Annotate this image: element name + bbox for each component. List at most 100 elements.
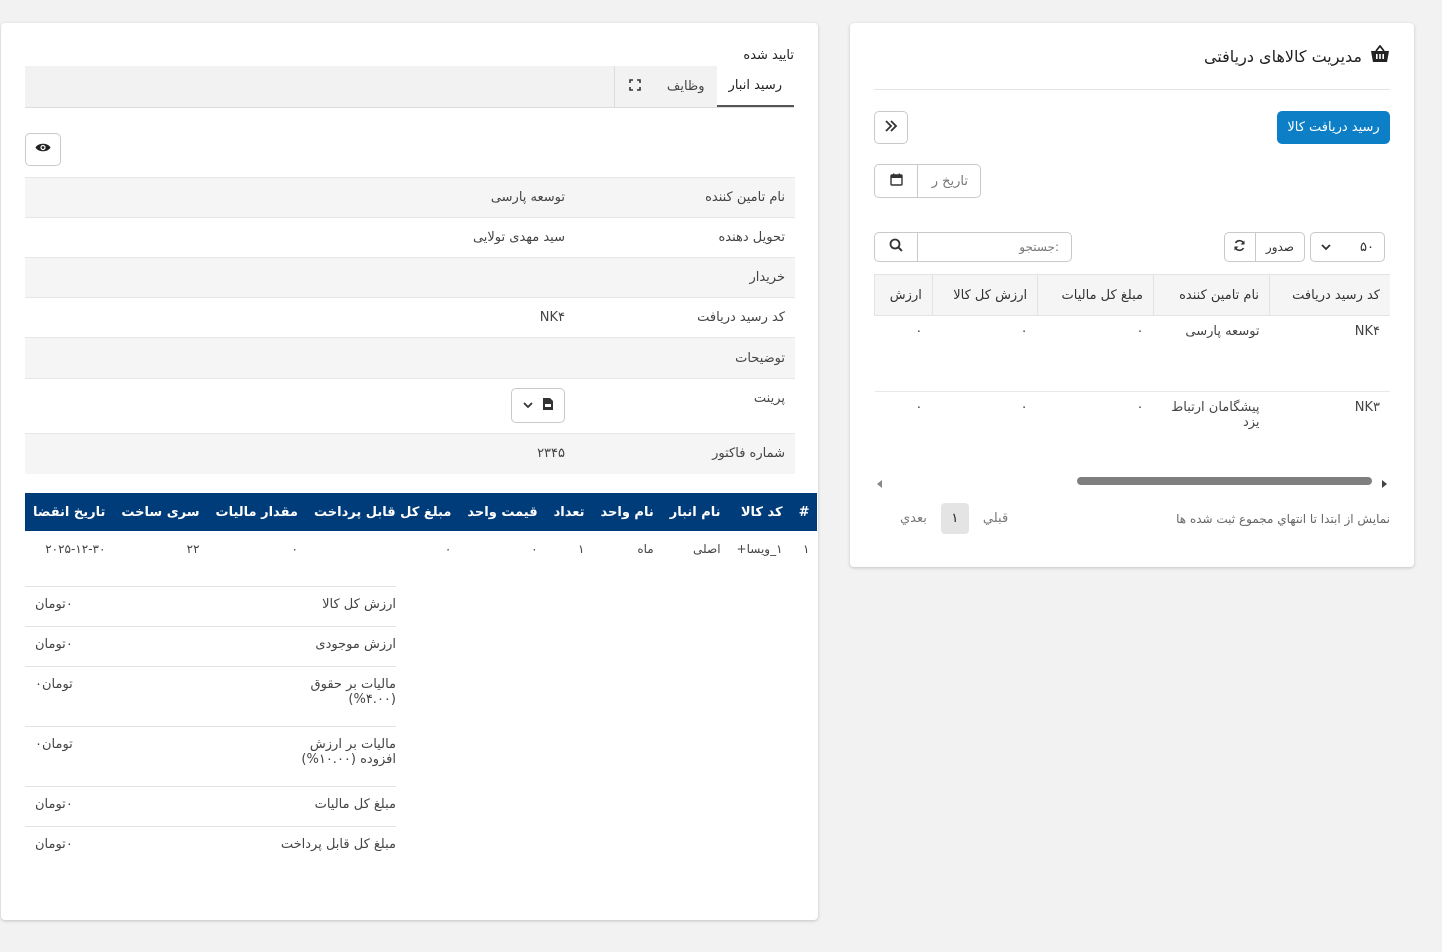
items-column-header[interactable]: مبلغ کل قابل پرداخت [305, 493, 460, 531]
summary-label: مالیات بر ارزش افزوده (۱۰.۰۰%) [301, 737, 396, 767]
search-box: جستجو: [874, 232, 1072, 262]
table-cell: ۰ [915, 400, 923, 415]
items-cell: ماه [637, 542, 654, 556]
column-header[interactable]: مبلغ کل مالیات [1037, 274, 1154, 316]
collapse-button[interactable] [874, 111, 908, 144]
next-page-button[interactable]: بعدي [900, 511, 927, 526]
receipt-table-wrapper: کد رسید دریافت نام تامین کننده مبلغ کل م… [874, 274, 1390, 474]
items-cell: اصلی [693, 542, 721, 556]
search-icon [889, 238, 903, 256]
table-cell: ۰ [1020, 400, 1028, 415]
table-cell: NK۳ [1354, 400, 1380, 415]
detail-row: کد رسید دریافت NK۴ [25, 297, 795, 338]
date-input[interactable]: تاریخ ر [918, 165, 980, 197]
tab-tasks[interactable]: وظایف [655, 66, 717, 107]
receipt-details-table: نام تامین کننده توسعه پارسی تحویل دهنده … [25, 177, 795, 474]
calendar-button[interactable] [875, 165, 918, 197]
page-length-value: ۵۰ [1360, 239, 1374, 255]
detail-value: توسعه پارسی [490, 190, 565, 205]
column-header[interactable]: ارزش کل کالا [931, 274, 1038, 316]
items-table: # کد کالا نام انبار نام واحد تعداد قیمت … [25, 493, 818, 567]
detail-value: NK۴ [539, 310, 565, 325]
new-receipt-button[interactable]: رسید دریافت کالا [1277, 111, 1390, 144]
detail-value: سید مهدی تولایی [472, 230, 565, 245]
column-header[interactable]: نام تامین کننده [1152, 274, 1270, 316]
items-row: ۱ ۱_ویسا+ اصلی ماه ۱ ۰ ۰ ۰ ۲۲ ۲۰۲۵-۱۲-۳۰ [25, 531, 817, 567]
detail-row: تحویل دهنده سید مهدی تولایی [25, 217, 795, 258]
receipt-detail-card: تایید شده رسید انبار وظایف نام تامین کنن… [1, 23, 818, 920]
detail-label: نام تامین کننده [705, 190, 785, 205]
detail-label: تحویل دهنده [718, 230, 785, 245]
detail-label: کد رسید دریافت [697, 310, 785, 325]
detail-row: خریدار [25, 257, 795, 298]
table-row[interactable]: NK۴ توسعه پارسی ۰ ۰ ۰ [874, 315, 1390, 392]
summary-label: ارزش موجودی [315, 637, 396, 652]
items-column-header[interactable]: کد کالا [728, 493, 791, 531]
detail-value [25, 258, 575, 298]
basket-icon [1370, 44, 1390, 67]
table-cell: ۰ [1136, 400, 1144, 415]
detail-label: خریدار [749, 270, 785, 285]
items-cell: ۰ [531, 542, 538, 556]
search-button[interactable] [875, 233, 918, 261]
view-button[interactable] [25, 133, 61, 166]
page-button-current[interactable]: ۱ [940, 503, 969, 534]
summary-value: ۰تومان [35, 837, 73, 852]
refresh-icon [1233, 239, 1246, 256]
receipt-table: کد رسید دریافت نام تامین کننده مبلغ کل م… [874, 274, 1390, 450]
pagination: قبلي ۱ بعدي [900, 503, 1008, 534]
chevron-down-icon [523, 398, 533, 413]
column-header[interactable]: ارزش [874, 274, 933, 316]
table-cell: ۰ [874, 315, 933, 392]
items-cell: ۲۰۲۵-۱۲-۳۰ [45, 542, 106, 556]
detail-label: پرینت [753, 391, 785, 406]
scrollbar-thumb[interactable] [1077, 477, 1372, 485]
scroll-left-arrow-icon[interactable] [877, 477, 883, 492]
summary-label: مبلغ کل قابل پرداخت [280, 837, 396, 852]
table-cell: ۰ [932, 315, 1038, 392]
summary-label: مالیات بر حقوق (۴.۰۰%) [310, 677, 396, 707]
items-column-header[interactable]: تاریخ انقضا [25, 493, 114, 531]
summary-value: ۰تومان [35, 637, 73, 652]
refresh-button[interactable] [1225, 239, 1255, 256]
tab-warehouse-receipt[interactable]: رسید انبار [716, 66, 794, 107]
items-column-header[interactable]: سری ساخت [113, 493, 208, 531]
tabs-bar: رسید انبار وظایف [25, 66, 794, 108]
items-column-header[interactable]: نام واحد [592, 493, 662, 531]
export-group: صدور [1224, 232, 1305, 262]
summary-row: مبلغ کل قابل پرداخت ۰تومان [25, 826, 396, 887]
items-column-header[interactable]: نام انبار [661, 493, 729, 531]
page-length-select[interactable]: ۵۰ [1310, 232, 1385, 262]
fullscreen-button[interactable] [613, 66, 655, 107]
scroll-right-arrow-icon[interactable] [1381, 477, 1387, 492]
horizontal-scrollbar[interactable] [874, 474, 1390, 488]
print-dropdown-button[interactable] [511, 388, 565, 423]
search-input[interactable]: جستجو: [918, 233, 1071, 261]
double-chevron-right-icon [884, 119, 898, 136]
summary-value: ۰تومان [35, 597, 73, 612]
summary-label: مبلغ کل مالیات [314, 797, 396, 812]
summary-row: مبلغ کل مالیات ۰تومان [25, 786, 396, 827]
items-cell: ۱_ویسا+ [736, 542, 783, 556]
items-cell: ۰ [291, 542, 298, 556]
prev-page-button[interactable]: قبلي [983, 511, 1008, 526]
summary-value: تومان۰ [35, 677, 73, 692]
detail-label: شماره فاکتور [712, 446, 785, 462]
export-button[interactable]: صدور [1254, 233, 1304, 261]
page-title: مدیریت کالاهای دریافتی [1203, 46, 1362, 66]
card-title: مدیریت کالاهای دریافتی [1203, 44, 1390, 67]
table-row[interactable]: NK۳ پیشگامان ارتباط یزد ۰ ۰ ۰ [875, 392, 1391, 450]
column-header[interactable]: کد رسید دریافت [1269, 274, 1390, 316]
detail-value: ۲۳۴۵ [537, 446, 565, 462]
fullscreen-icon [629, 78, 641, 95]
detail-label: توضیحات [735, 350, 785, 366]
items-cell: ۲۲ [186, 542, 200, 556]
items-column-header[interactable]: قیمت واحد [459, 493, 546, 531]
items-column-header[interactable]: تعداد [545, 493, 593, 531]
detail-row: شماره فاکتور ۲۳۴۵ [25, 433, 795, 474]
chevron-down-icon [1321, 240, 1331, 255]
items-column-header[interactable]: # [790, 493, 818, 531]
table-info: نمایش از ابتدا تا انتهاي مجموع ثبت شده ه… [1176, 512, 1390, 526]
divider [874, 89, 1390, 90]
items-column-header[interactable]: مقدار مالیات [207, 493, 306, 531]
